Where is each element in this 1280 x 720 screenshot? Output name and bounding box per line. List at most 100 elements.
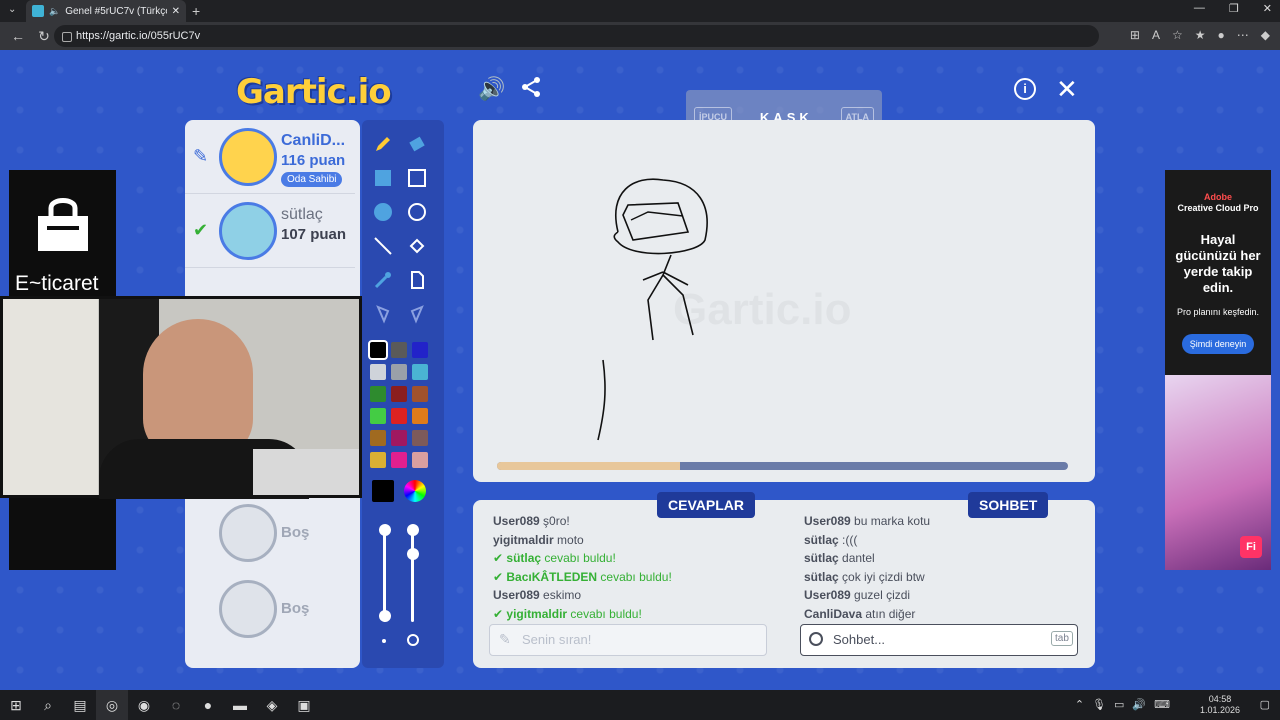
gartic-logo[interactable]: Gartic.io (236, 72, 392, 112)
color-swatch[interactable] (412, 430, 428, 446)
url-field[interactable]: https://gartic.io/055rUC7v (54, 25, 1099, 47)
back-icon[interactable]: ← (10, 28, 26, 44)
app-icon[interactable]: ● (192, 690, 224, 720)
color-swatch[interactable] (391, 408, 407, 424)
right-ad[interactable]: Adobe Creative Cloud Pro Hayal gücünüzü … (1165, 170, 1271, 570)
line-tool-icon[interactable] (366, 230, 400, 262)
color-swatch[interactable] (412, 342, 428, 358)
opacity-slider-knob[interactable] (379, 524, 391, 536)
player-row[interactable]: ✎ CanliD... 116 puan Oda Sahibi (185, 120, 355, 194)
color-swatch[interactable] (412, 452, 428, 468)
color-wheel-icon[interactable] (404, 480, 426, 502)
color-swatch[interactable] (368, 340, 388, 360)
search-icon[interactable]: ⌕ (32, 690, 64, 720)
filled-circle-tool-icon[interactable] (366, 196, 400, 228)
copilot-icon[interactable]: ◆ (1261, 28, 1270, 42)
edge-icon[interactable]: ◎ (96, 690, 128, 720)
chrome-icon[interactable]: ◉ (128, 690, 160, 720)
clear-page-icon[interactable] (400, 264, 434, 296)
ad-cta-button[interactable]: Şimdi deneyin (1182, 334, 1254, 354)
tray-chevron-icon[interactable]: ⌃ (1075, 698, 1084, 711)
chat-input[interactable]: Sohbet... (800, 624, 1078, 656)
gartic-app-icon[interactable]: ▣ (288, 690, 320, 720)
close-window-button[interactable]: ✕ (1263, 2, 1272, 15)
keyboard-icon[interactable]: ⌨ (1154, 698, 1170, 711)
opacity-slider[interactable] (383, 532, 386, 622)
color-swatch[interactable] (370, 452, 386, 468)
opacity-slider-knob[interactable] (379, 610, 391, 622)
message-user[interactable]: CanliDava (804, 607, 862, 621)
message-user[interactable]: yigitmaldir (506, 607, 567, 621)
size-slider-knob[interactable] (407, 548, 419, 560)
network-icon[interactable]: ▭ (1114, 698, 1124, 711)
read-aloud-icon[interactable]: A (1152, 28, 1160, 42)
reload-icon[interactable]: ↻ (36, 28, 52, 45)
filled-rect-tool-icon[interactable] (366, 162, 400, 194)
color-swatch[interactable] (370, 386, 386, 402)
eraser-tool-icon[interactable] (400, 128, 434, 160)
size-slider[interactable] (411, 532, 414, 622)
circle-tool-icon[interactable] (400, 196, 434, 228)
redo-icon[interactable] (400, 298, 434, 330)
color-swatch[interactable] (391, 342, 407, 358)
message-user[interactable]: BacıKÂTLEDEN (506, 570, 597, 584)
share-icon[interactable] (520, 76, 542, 104)
color-swatch[interactable] (412, 364, 428, 380)
player-row[interactable]: ✔ sütlaç 107 puan (185, 194, 355, 268)
browser-tab[interactable]: 🔈 Genel #5rUC7v (Türkçe) - Ga ✕ (26, 0, 186, 22)
close-tab-icon[interactable]: ✕ (172, 6, 180, 17)
color-swatch[interactable] (391, 364, 407, 380)
more-menu-icon[interactable]: ⋯ (1237, 28, 1249, 42)
info-icon[interactable]: i (1014, 78, 1036, 100)
steam-icon[interactable]: ◈ (256, 690, 288, 720)
message-user[interactable]: yigitmaldir (493, 533, 554, 547)
system-tray[interactable]: ⌃ 🎙 ▭ 🔊 ⌨ (1075, 698, 1170, 711)
color-swatch[interactable] (391, 430, 407, 446)
fill-bucket-icon[interactable] (400, 230, 434, 262)
maximize-button[interactable]: ❐ (1229, 2, 1239, 15)
color-swatch[interactable] (391, 452, 407, 468)
tab-list-icon[interactable]: ⌄ (8, 4, 16, 15)
message-user[interactable]: sütlaç (804, 551, 839, 565)
message-user[interactable]: sütlaç (804, 533, 839, 547)
start-icon[interactable]: ⊞ (0, 690, 32, 720)
color-swatch[interactable] (370, 364, 386, 380)
color-swatch[interactable] (370, 408, 386, 424)
color-swatch[interactable] (412, 408, 428, 424)
message-user[interactable]: User089 (493, 514, 540, 528)
clock[interactable]: 04:58 1.01.2026 (1200, 694, 1240, 716)
favorites-icon[interactable]: ★ (1195, 28, 1206, 42)
pencil-tool-icon[interactable] (366, 128, 400, 160)
file-explorer-icon[interactable]: ▤ (64, 690, 96, 720)
rect-tool-icon[interactable] (400, 162, 434, 194)
color-swatch[interactable] (412, 386, 428, 402)
drawing-canvas[interactable]: Gartic.io (473, 120, 1095, 482)
avatar (219, 128, 277, 186)
favorite-star-icon[interactable]: ☆ (1172, 28, 1183, 42)
size-slider-knob[interactable] (407, 524, 419, 536)
minimize-button[interactable]: — (1194, 2, 1205, 15)
profile-icon[interactable]: ● (1218, 28, 1225, 42)
notifications-icon[interactable]: ▢ (1260, 698, 1270, 711)
message-row: yigitmaldir moto (493, 531, 763, 550)
terminal-icon[interactable]: ▬ (224, 690, 256, 720)
color-swatch[interactable] (391, 386, 407, 402)
sound-icon[interactable]: 🔊 (478, 76, 505, 102)
message-user[interactable]: User089 (493, 588, 540, 602)
speaker-icon[interactable]: 🔈 (49, 6, 60, 17)
microphone-icon[interactable]: 🎙 (1092, 698, 1106, 711)
chat-bubble-icon (809, 632, 823, 646)
message-user[interactable]: sütlaç (506, 551, 541, 565)
obs-icon[interactable]: ◌ (160, 690, 192, 720)
new-tab-button[interactable]: + (192, 3, 200, 19)
color-swatch[interactable] (370, 430, 386, 446)
message-user[interactable]: User089 (804, 588, 851, 602)
apps-icon[interactable]: ⊞ (1130, 28, 1140, 42)
message-user[interactable]: sütlaç (804, 570, 839, 584)
close-icon[interactable]: ✕ (1056, 74, 1078, 105)
volume-icon[interactable]: 🔊 (1132, 698, 1146, 711)
message-user[interactable]: User089 (804, 514, 851, 528)
answer-input[interactable]: Senin sıran! (489, 624, 767, 656)
undo-icon[interactable] (366, 298, 400, 330)
eyedropper-icon[interactable] (366, 264, 400, 296)
